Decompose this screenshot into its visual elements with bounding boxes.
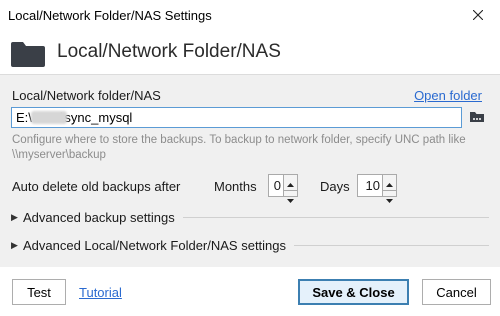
days-down-button[interactable]: [383, 191, 396, 206]
days-stepper-arrows: [382, 175, 396, 203]
folder-label: Local/Network folder/NAS: [12, 88, 161, 103]
advanced-nas-settings-toggle[interactable]: ▶ Advanced Local/Network Folder/NAS sett…: [11, 236, 489, 254]
browse-button[interactable]: [468, 110, 486, 126]
redacted-path-segment: [31, 111, 67, 124]
cancel-button[interactable]: Cancel: [422, 279, 491, 305]
months-stepper-arrows: [283, 175, 297, 203]
auto-delete-label: Auto delete old backups after: [12, 179, 181, 194]
page-title: Local/Network Folder/NAS: [57, 41, 281, 62]
section-divider: [294, 244, 489, 246]
advanced-backup-settings-toggle[interactable]: ▶ Advanced backup settings: [11, 208, 489, 226]
folder-icon: [10, 40, 46, 71]
spin-up-icon: [287, 175, 294, 190]
browse-folder-icon: [469, 109, 485, 126]
days-value[interactable]: 10: [358, 175, 382, 196]
save-close-button[interactable]: Save & Close: [298, 279, 409, 305]
days-stepper[interactable]: 10: [357, 174, 397, 203]
section-divider: [182, 216, 489, 218]
spin-down-icon: [287, 191, 294, 206]
folder-path-input[interactable]: [11, 107, 462, 128]
close-button[interactable]: [456, 0, 500, 30]
section-label: Advanced Local/Network Folder/NAS settin…: [23, 237, 287, 253]
section-label: Advanced backup settings: [23, 209, 175, 225]
close-icon: [472, 8, 484, 23]
days-label: Days: [320, 179, 350, 194]
open-folder-link[interactable]: Open folder: [414, 88, 482, 103]
footer: Test Tutorial Save & Close Cancel: [0, 267, 500, 316]
months-label: Months: [214, 179, 257, 194]
spin-up-icon: [386, 175, 393, 190]
window-title: Local/Network Folder/NAS Settings: [8, 8, 212, 23]
months-down-button[interactable]: [284, 191, 297, 206]
header: Local/Network Folder/NAS: [0, 32, 500, 74]
spin-down-icon: [386, 191, 393, 206]
months-value[interactable]: 0: [269, 175, 283, 196]
folder-help-text: Configure where to store the backups. To…: [12, 134, 466, 161]
expand-triangle-icon: ▶: [11, 211, 18, 222]
months-stepper[interactable]: 0: [268, 174, 298, 203]
settings-panel: Local/Network folder/NAS Open folder Con…: [0, 74, 500, 268]
test-button[interactable]: Test: [12, 279, 66, 305]
expand-triangle-icon: ▶: [11, 239, 18, 250]
months-up-button[interactable]: [284, 175, 297, 191]
tutorial-link[interactable]: Tutorial: [79, 285, 122, 300]
title-bar: Local/Network Folder/NAS Settings: [0, 0, 500, 32]
days-up-button[interactable]: [383, 175, 396, 191]
